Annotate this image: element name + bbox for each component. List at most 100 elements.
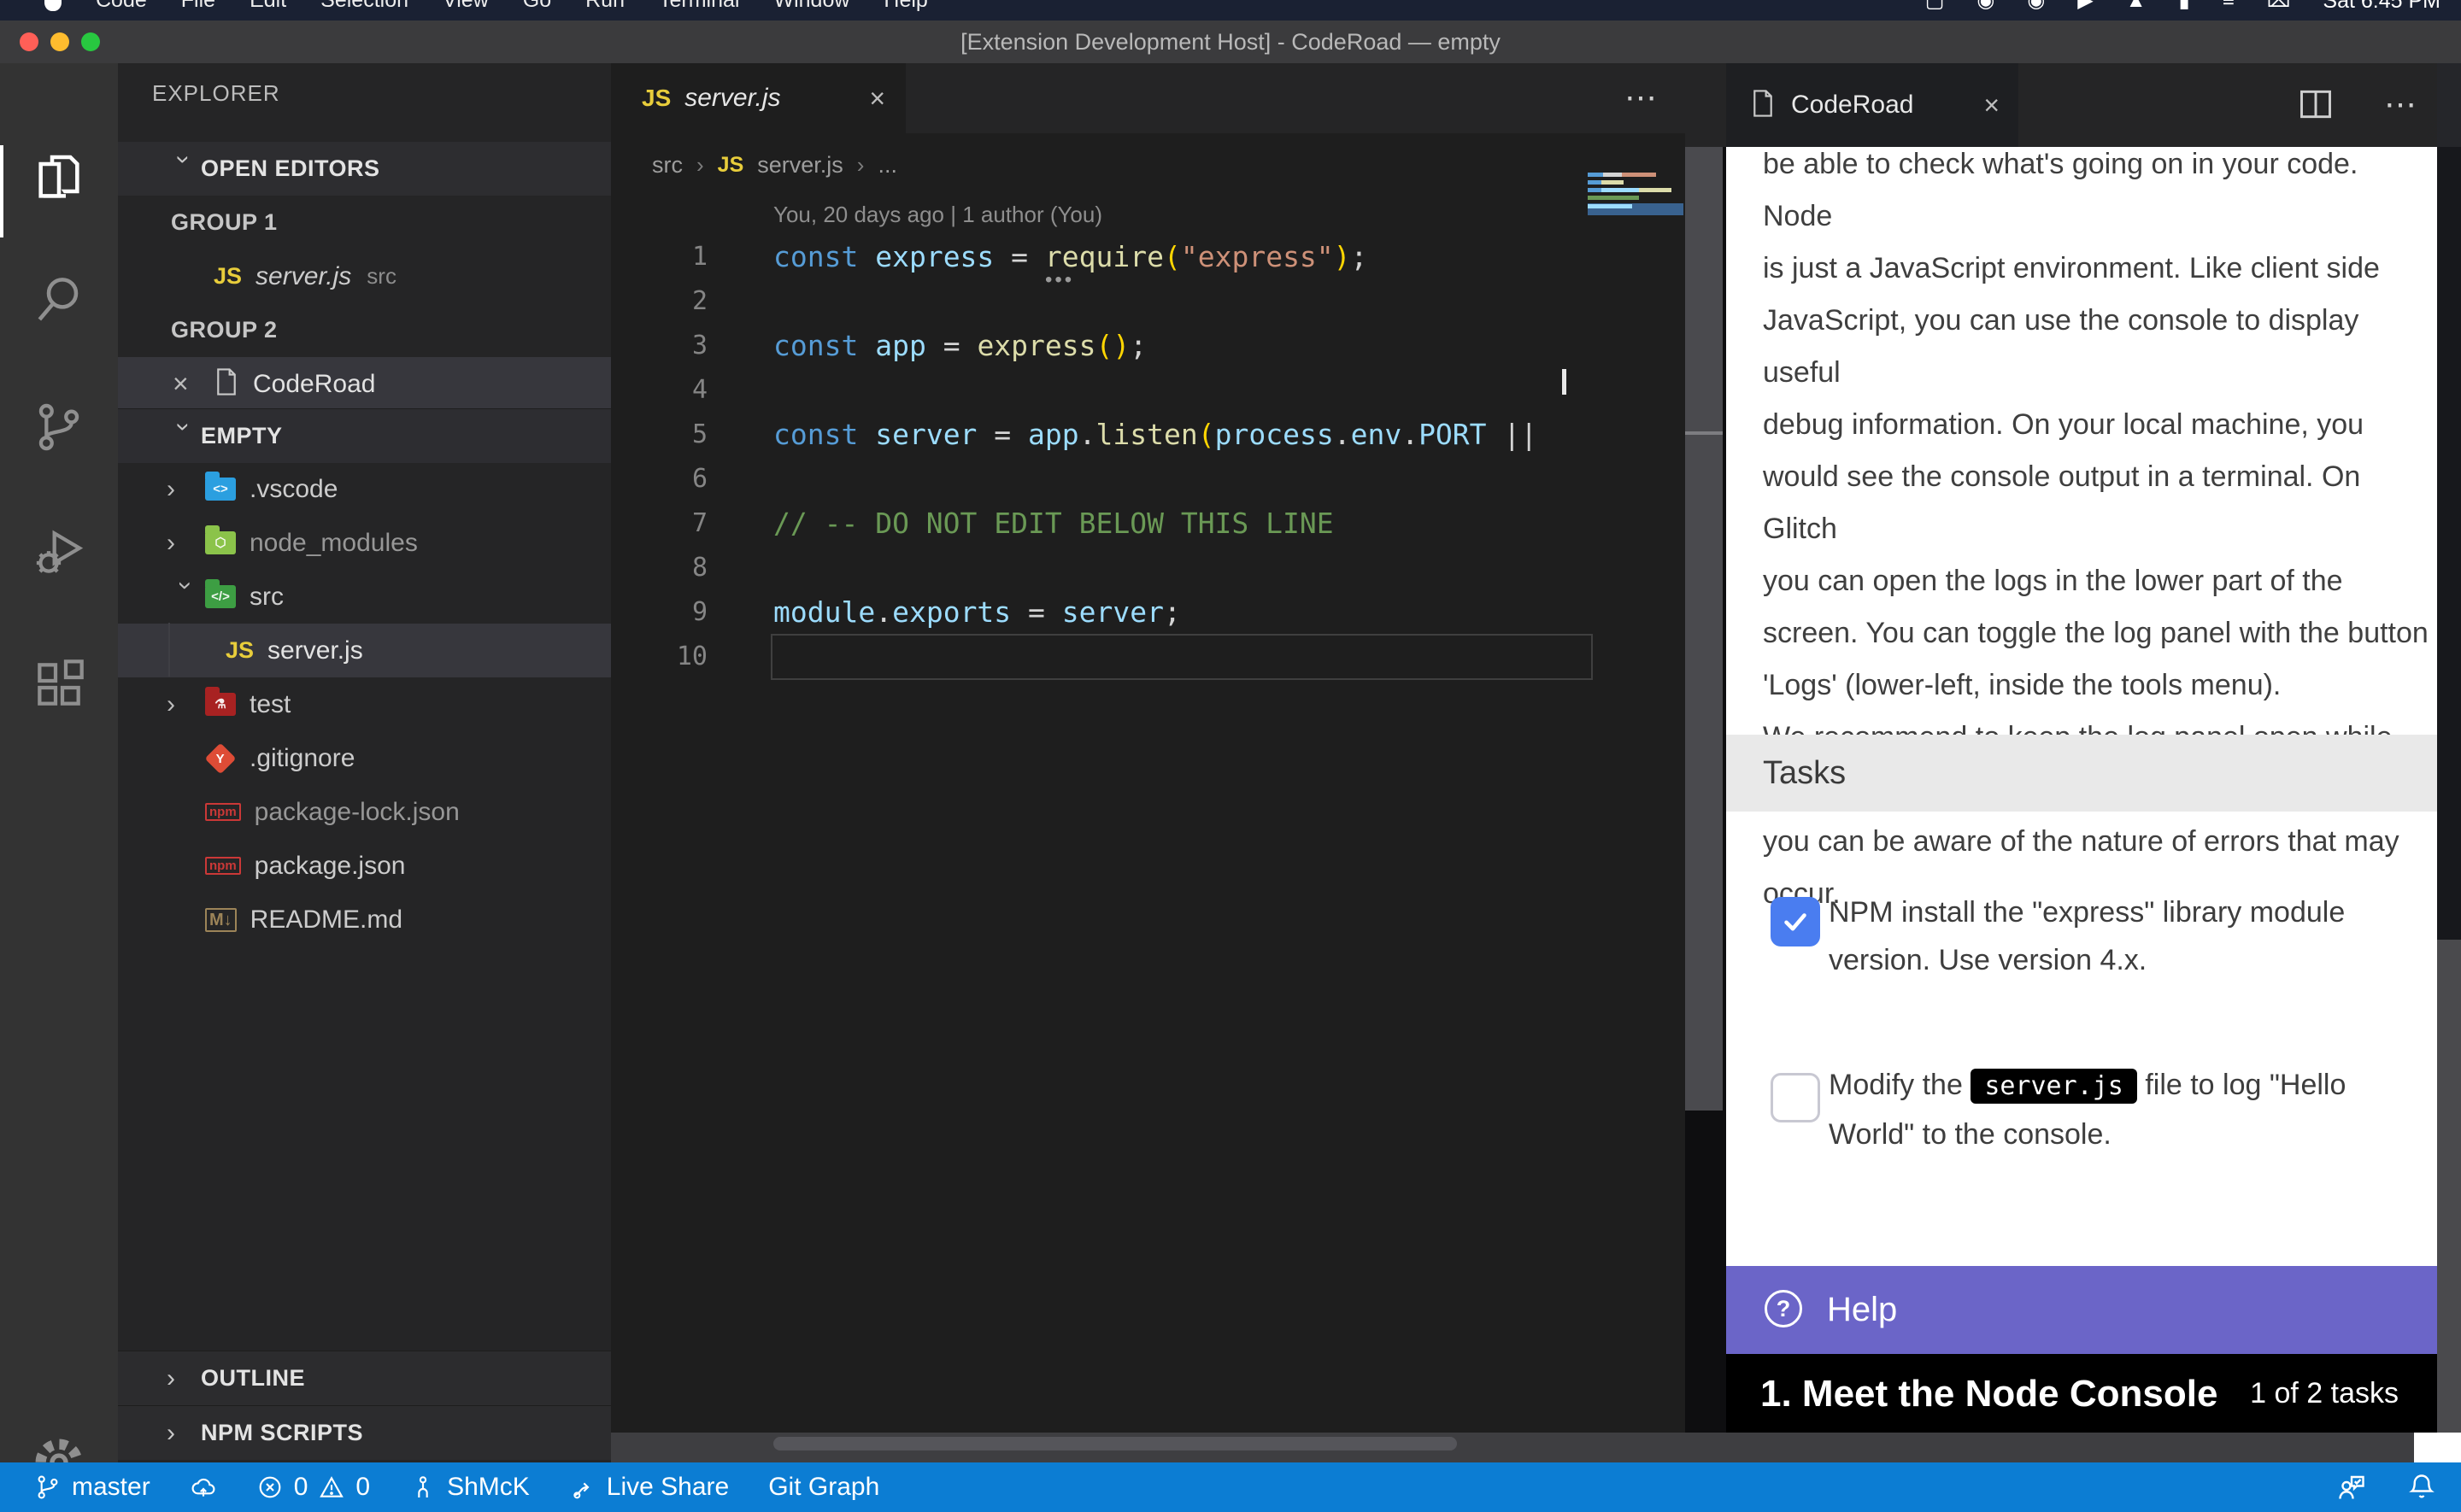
tree-item-readme-md[interactable]: M↓README.md <box>118 893 611 946</box>
webview-scrollbar-thumb-edge[interactable] <box>1685 431 1723 435</box>
open-editor-label: server.js <box>255 262 351 291</box>
editor-more-actions-icon[interactable]: ⋯ <box>1624 63 1659 133</box>
editor-horizontal-scrollbar[interactable] <box>773 1437 1457 1450</box>
search-icon[interactable] <box>32 272 86 326</box>
menu-edit[interactable]: Edit <box>250 0 286 21</box>
code-line-2[interactable]: 2 <box>611 278 1685 323</box>
tab-label: CodeRoad <box>1791 91 1913 120</box>
code-token: "express" <box>1181 240 1334 273</box>
breadcrumb-file[interactable]: server.js <box>757 152 843 179</box>
breadcrumb[interactable]: src › JS server.js › ... <box>652 133 897 196</box>
menu-terminal[interactable]: Terminal <box>659 0 739 21</box>
menu-view[interactable]: View <box>443 0 489 21</box>
tab-coderoad[interactable]: CodeRoad × <box>1726 63 2018 147</box>
active-view-indicator <box>0 145 3 237</box>
menu-code[interactable]: Code <box>96 0 147 21</box>
notifications-bell-icon[interactable] <box>2406 1472 2437 1503</box>
npm-file-icon: npm <box>205 857 241 875</box>
code-text: module.exports = server; <box>773 595 1181 629</box>
status-item-cloud-upload[interactable] <box>190 1474 217 1501</box>
menubar-status-icon[interactable]: ◉ <box>2027 0 2045 21</box>
code-line-8[interactable]: 8 <box>611 545 1685 589</box>
close-icon[interactable]: × <box>173 368 214 400</box>
menu-run[interactable]: Run <box>585 0 625 21</box>
webview-right-scrollbar-dark[interactable] <box>2437 147 2461 940</box>
open-editor-item-coderoad[interactable]: ×CodeRoad <box>118 357 611 411</box>
folder-mark: ⬡ <box>214 536 226 549</box>
menubar-status-icon[interactable]: ▶ <box>2077 0 2093 21</box>
extensions-icon[interactable] <box>32 657 86 712</box>
code-line-4[interactable]: 4 <box>611 367 1685 412</box>
tree-item-gitignore[interactable]: Y.gitignore <box>118 731 611 785</box>
feedback-icon[interactable] <box>2336 1472 2367 1503</box>
explorer-icon[interactable] <box>32 150 86 205</box>
code-line-7[interactable]: 7// -- DO NOT EDIT BELOW THIS LINE <box>611 501 1685 545</box>
codelens-annotation[interactable]: You, 20 days ago | 1 author (You) <box>773 202 1102 228</box>
code-line-10[interactable]: 10 <box>611 634 1685 678</box>
tree-item-test[interactable]: ›⚗test <box>118 677 611 731</box>
window-title: [Extension Development Host] - CodeRoad … <box>0 21 2461 63</box>
inline-code-chip: server.js <box>1971 1069 2137 1104</box>
status-item-shmck[interactable]: ShMcK <box>409 1473 530 1502</box>
line-number: 5 <box>611 419 708 449</box>
tree-item-package-lock-json[interactable]: npmpackage-lock.json <box>118 785 611 839</box>
task-checkbox-checked[interactable] <box>1771 897 1820 946</box>
apple-menu-icon[interactable] <box>44 0 62 11</box>
status-item-master[interactable]: master <box>34 1473 150 1502</box>
menubar-status-icon[interactable]: ◉ <box>1976 0 1994 21</box>
breadcrumb-folder[interactable]: src <box>652 152 683 179</box>
breadcrumb-symbol[interactable]: ... <box>878 152 897 179</box>
split-editor-icon[interactable] <box>2297 85 2335 127</box>
menu-go[interactable]: Go <box>523 0 551 21</box>
tab-server-js[interactable]: JS server.js × <box>611 63 906 133</box>
code-token: . <box>1334 418 1351 451</box>
run-and-debug-icon[interactable] <box>32 525 86 580</box>
menubar-status-icon[interactable]: ▲ <box>2126 0 2147 21</box>
chevron-right-icon: › <box>167 690 205 719</box>
tree-item-server-js[interactable]: JSserver.js <box>118 624 611 677</box>
close-icon[interactable]: × <box>1983 90 2000 121</box>
menu-selection[interactable]: Selection <box>320 0 408 21</box>
section-header-npm-scripts[interactable]: ›NPM SCRIPTS <box>118 1405 611 1460</box>
help-bar[interactable]: ? Help <box>1726 1266 2437 1354</box>
webview-more-actions-icon[interactable]: ⋯ <box>2384 63 2419 147</box>
code-token: = <box>994 240 1045 273</box>
menubar-status-icon[interactable]: ⌧ <box>2267 0 2291 21</box>
open-editor-item-server-js[interactable]: JSserver.jssrc <box>118 249 611 303</box>
status-bar: master 00 ShMcK Live Share Git Graph <box>0 1462 2461 1512</box>
status-item-git-graph[interactable]: Git Graph <box>768 1473 879 1502</box>
menubar-status-icon[interactable]: ▮ <box>2179 0 2190 21</box>
menubar-status-icon[interactable]: ≡ <box>2223 0 2235 21</box>
status-item-0[interactable]: 00 <box>256 1473 370 1502</box>
lesson-progress-bar[interactable]: 1. Meet the Node Console 1 of 2 tasks <box>1726 1354 2437 1433</box>
status-item-live-share[interactable]: Live Share <box>569 1473 729 1502</box>
code-line-9[interactable]: 9module.exports = server; <box>611 589 1685 634</box>
tree-item-vscode[interactable]: ›<>.vscode <box>118 462 611 516</box>
task-checkbox-unchecked[interactable] <box>1771 1073 1820 1122</box>
line-number: 10 <box>611 642 708 671</box>
code-line-1[interactable]: 1const express = require("express"); <box>611 234 1685 278</box>
code-line-6[interactable]: 6 <box>611 456 1685 501</box>
menubar-status-icon[interactable]: ▢ <box>1925 0 1945 21</box>
webview-scrollbar-track[interactable] <box>1685 147 1723 1111</box>
minimap[interactable] <box>1588 173 1683 292</box>
tree-item-src[interactable]: ›</>src <box>118 570 611 624</box>
menu-window[interactable]: Window <box>773 0 849 21</box>
tree-item-node-modules[interactable]: ›⬡node_modules <box>118 516 611 570</box>
open-editors-header[interactable]: › OPEN EDITORS <box>118 142 611 196</box>
chevron-right-icon: › <box>167 475 205 504</box>
code-line-5[interactable]: 5const server = app.listen(process.env.P… <box>611 412 1685 456</box>
code-line-3[interactable]: 3const app = express(); <box>611 323 1685 367</box>
sidebar-title: EXPLORER <box>152 80 280 107</box>
menubar-clock[interactable]: Sat 6:45 PM <box>2323 0 2440 21</box>
menu-help[interactable]: Help <box>884 0 927 21</box>
source-control-icon[interactable] <box>32 400 86 454</box>
section-header-outline[interactable]: ›OUTLINE <box>118 1351 611 1405</box>
workspace-folder-header[interactable]: › EMPTY <box>118 408 611 463</box>
close-icon[interactable]: × <box>869 83 885 114</box>
code-area[interactable]: 1const express = require("express");23co… <box>611 234 1685 678</box>
menu-file[interactable]: File <box>181 0 215 21</box>
code-token: = <box>1011 595 1062 629</box>
webview-right-scrollbar-gray[interactable] <box>2437 940 2461 1433</box>
tree-item-package-json[interactable]: npmpackage.json <box>118 839 611 893</box>
